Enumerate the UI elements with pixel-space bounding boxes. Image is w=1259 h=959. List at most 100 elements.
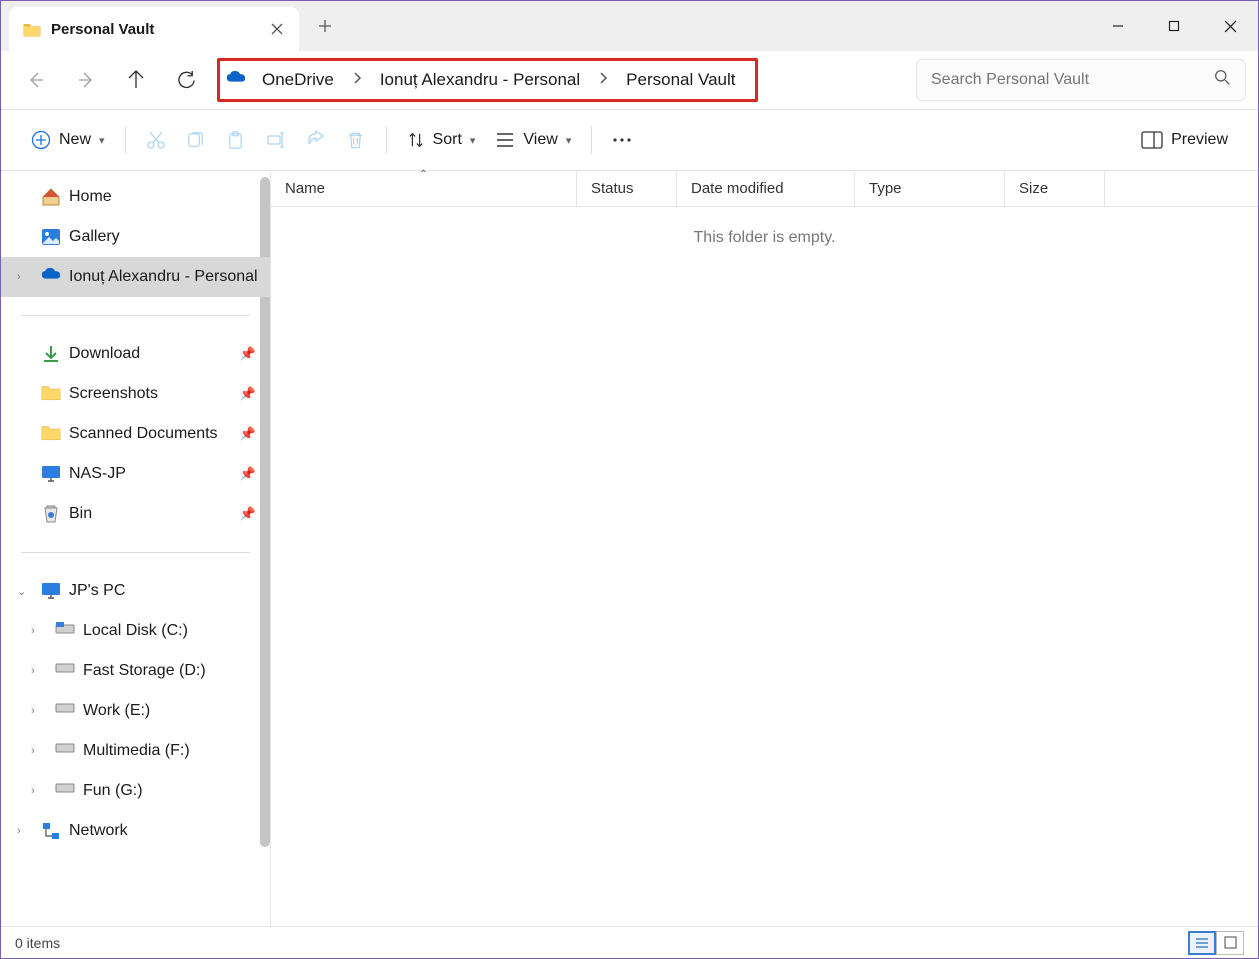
maximize-button[interactable] (1146, 1, 1202, 51)
sidebar-item-label: Ionuț Alexandru - Personal (69, 268, 258, 286)
sidebar-item-label: Multimedia (F:) (83, 742, 190, 760)
minimize-button[interactable] (1090, 1, 1146, 51)
chevron-down-icon: ▾ (99, 134, 105, 147)
paste-button[interactable] (216, 120, 256, 160)
refresh-button[interactable] (163, 57, 209, 103)
sidebar-item-scanned[interactable]: Scanned Documents 📌 (1, 414, 270, 454)
bin-icon (41, 504, 61, 524)
sidebar-item-label: Work (E:) (83, 702, 150, 720)
sidebar-item-drive-f[interactable]: › Multimedia (F:) (1, 731, 270, 771)
disk-icon (55, 621, 75, 641)
sidebar-item-label: Fun (G:) (83, 782, 143, 800)
sidebar-item-home[interactable]: Home (1, 177, 270, 217)
empty-folder-text: This folder is empty. (271, 207, 1258, 247)
sidebar-item-drive-c[interactable]: › Local Disk (C:) (1, 611, 270, 651)
disk-icon (55, 741, 75, 761)
sidebar-item-network[interactable]: › Network (1, 811, 270, 851)
search-input[interactable] (931, 71, 1214, 89)
chevron-right-icon[interactable]: › (17, 825, 21, 837)
search-box[interactable] (916, 59, 1246, 101)
chevron-right-icon[interactable]: › (31, 665, 35, 677)
up-button[interactable] (113, 57, 159, 103)
column-header-date[interactable]: Date modified (677, 171, 855, 206)
disk-icon (55, 701, 75, 721)
monitor-icon (41, 581, 61, 601)
titlebar: Personal Vault (1, 1, 1258, 51)
copy-button[interactable] (176, 120, 216, 160)
home-icon (41, 187, 61, 207)
chevron-right-icon[interactable]: › (31, 785, 35, 797)
folder-icon (23, 22, 41, 37)
close-window-button[interactable] (1202, 1, 1258, 51)
column-header-name[interactable]: ⌃ Name (271, 171, 577, 206)
monitor-icon (41, 464, 61, 484)
delete-button[interactable] (336, 120, 376, 160)
tab-personal-vault[interactable]: Personal Vault (9, 7, 299, 51)
column-header-type[interactable]: Type (855, 171, 1005, 206)
more-button[interactable] (602, 120, 642, 160)
search-icon[interactable] (1214, 69, 1231, 91)
sidebar-item-label: Scanned Documents (69, 425, 218, 443)
chevron-right-icon[interactable]: › (31, 625, 35, 637)
folder-icon (41, 424, 61, 444)
breadcrumb-segment[interactable]: Personal Vault (616, 70, 745, 90)
sort-indicator-icon: ⌃ (419, 169, 427, 180)
sort-label: Sort (433, 131, 462, 149)
statusbar: 0 items (1, 926, 1258, 958)
toolbar: New ▾ Sort ▾ View ▾ Preview (1, 109, 1258, 171)
preview-button[interactable]: Preview (1131, 120, 1238, 160)
network-icon (41, 821, 61, 841)
details-view-toggle[interactable] (1188, 931, 1216, 955)
chevron-down-icon[interactable]: ⌄ (17, 585, 26, 598)
sidebar-item-drive-g[interactable]: › Fun (G:) (1, 771, 270, 811)
chevron-right-icon[interactable]: › (31, 745, 35, 757)
back-button[interactable] (13, 57, 59, 103)
sidebar-item-label: Screenshots (69, 385, 158, 403)
sidebar-item-label: Local Disk (C:) (83, 622, 188, 640)
sidebar-item-pc[interactable]: ⌄ JP's PC (1, 571, 270, 611)
thumbnails-view-toggle[interactable] (1216, 931, 1244, 955)
folder-icon (41, 384, 61, 404)
rename-button[interactable] (256, 120, 296, 160)
chevron-down-icon: ▾ (566, 134, 572, 147)
pin-icon: 📌 (240, 386, 256, 402)
chevron-right-icon (348, 71, 366, 89)
pin-icon: 📌 (240, 426, 256, 442)
cut-button[interactable] (136, 120, 176, 160)
view-label: View (523, 131, 557, 149)
column-header-status[interactable]: Status (577, 171, 677, 206)
chevron-down-icon: ▾ (470, 134, 476, 147)
chevron-right-icon[interactable]: › (17, 271, 21, 283)
sidebar-item-drive-e[interactable]: › Work (E:) (1, 691, 270, 731)
pin-icon: 📌 (240, 346, 256, 362)
new-label: New (59, 131, 91, 149)
sidebar-item-label: Fast Storage (D:) (83, 662, 206, 680)
share-button[interactable] (296, 120, 336, 160)
sidebar-item-screenshots[interactable]: Screenshots 📌 (1, 374, 270, 414)
view-button[interactable]: View ▾ (485, 120, 581, 160)
new-button[interactable]: New ▾ (21, 120, 115, 160)
close-icon[interactable] (269, 21, 285, 37)
pin-icon: 📌 (240, 506, 256, 522)
column-header-size[interactable]: Size (1005, 171, 1105, 206)
sidebar-item-gallery[interactable]: Gallery (1, 217, 270, 257)
sidebar-item-download[interactable]: Download 📌 (1, 334, 270, 374)
sidebar-item-label: NAS-JP (69, 465, 126, 483)
sort-button[interactable]: Sort ▾ (397, 120, 486, 160)
item-count: 0 items (15, 935, 60, 951)
breadcrumb[interactable]: OneDrive Ionuț Alexandru - Personal Pers… (217, 58, 758, 102)
sidebar: Home Gallery › Ionuț Alexandru - Persona… (1, 171, 271, 926)
breadcrumb-segment[interactable]: Ionuț Alexandru - Personal (370, 70, 590, 90)
breadcrumb-segment[interactable]: OneDrive (252, 70, 344, 90)
sidebar-item-nas[interactable]: NAS-JP 📌 (1, 454, 270, 494)
sidebar-item-drive-d[interactable]: › Fast Storage (D:) (1, 651, 270, 691)
sidebar-item-bin[interactable]: Bin 📌 (1, 494, 270, 534)
disk-icon (55, 781, 75, 801)
forward-button[interactable] (63, 57, 109, 103)
new-tab-button[interactable] (305, 6, 345, 46)
navbar: OneDrive Ionuț Alexandru - Personal Pers… (1, 51, 1258, 109)
sidebar-item-label: Gallery (69, 228, 120, 246)
chevron-right-icon[interactable]: › (31, 705, 35, 717)
sidebar-item-onedrive[interactable]: › Ionuț Alexandru - Personal (1, 257, 270, 297)
pin-icon: 📌 (240, 466, 256, 482)
